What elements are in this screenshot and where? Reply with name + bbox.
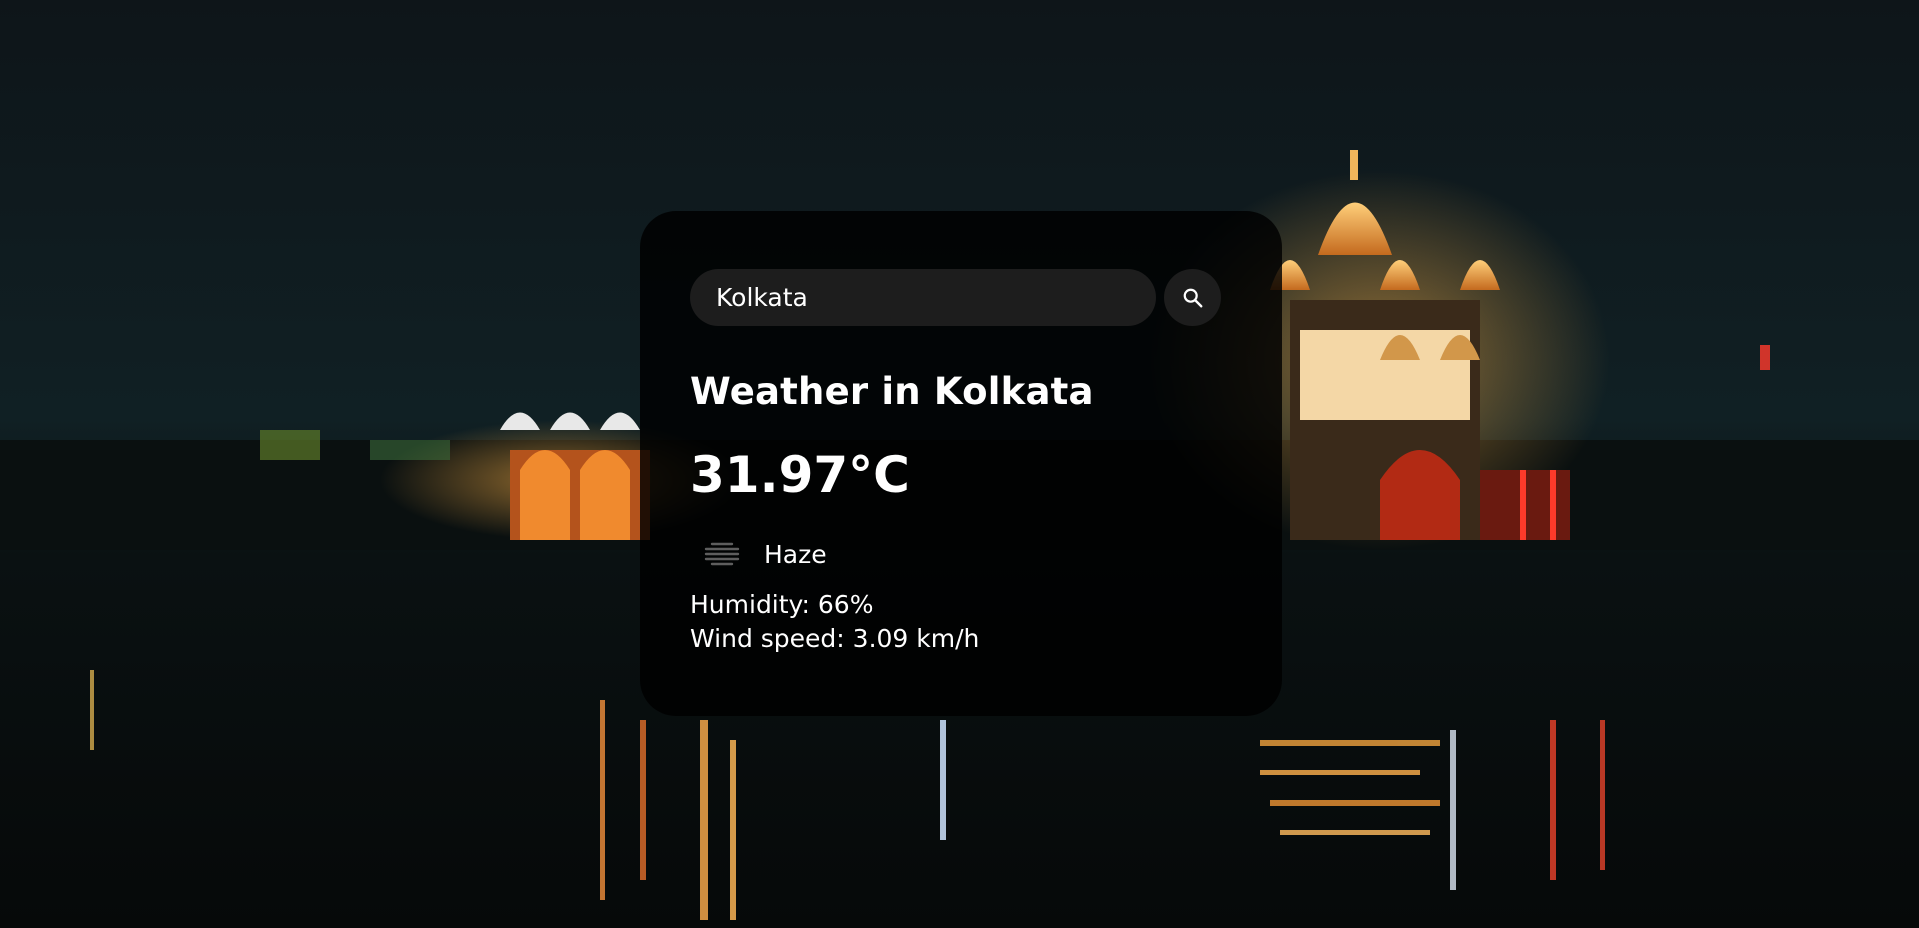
- wind-speed-text: Wind speed: 3.09 km/h: [690, 624, 980, 653]
- search-input[interactable]: [690, 269, 1156, 326]
- haze-icon: [704, 542, 740, 566]
- humidity-text: Humidity: 66%: [690, 590, 874, 619]
- temperature-value: 31.97°C: [690, 446, 910, 504]
- weather-card: Weather in Kolkata 31.97°C Haze Humidity…: [640, 211, 1282, 716]
- city-heading: Weather in Kolkata: [690, 370, 1094, 413]
- search-icon: [1183, 288, 1202, 307]
- description-row: Haze: [690, 534, 1232, 574]
- search-row: [690, 269, 1232, 326]
- weather-description: Haze: [764, 539, 827, 569]
- search-button[interactable]: [1164, 269, 1221, 326]
